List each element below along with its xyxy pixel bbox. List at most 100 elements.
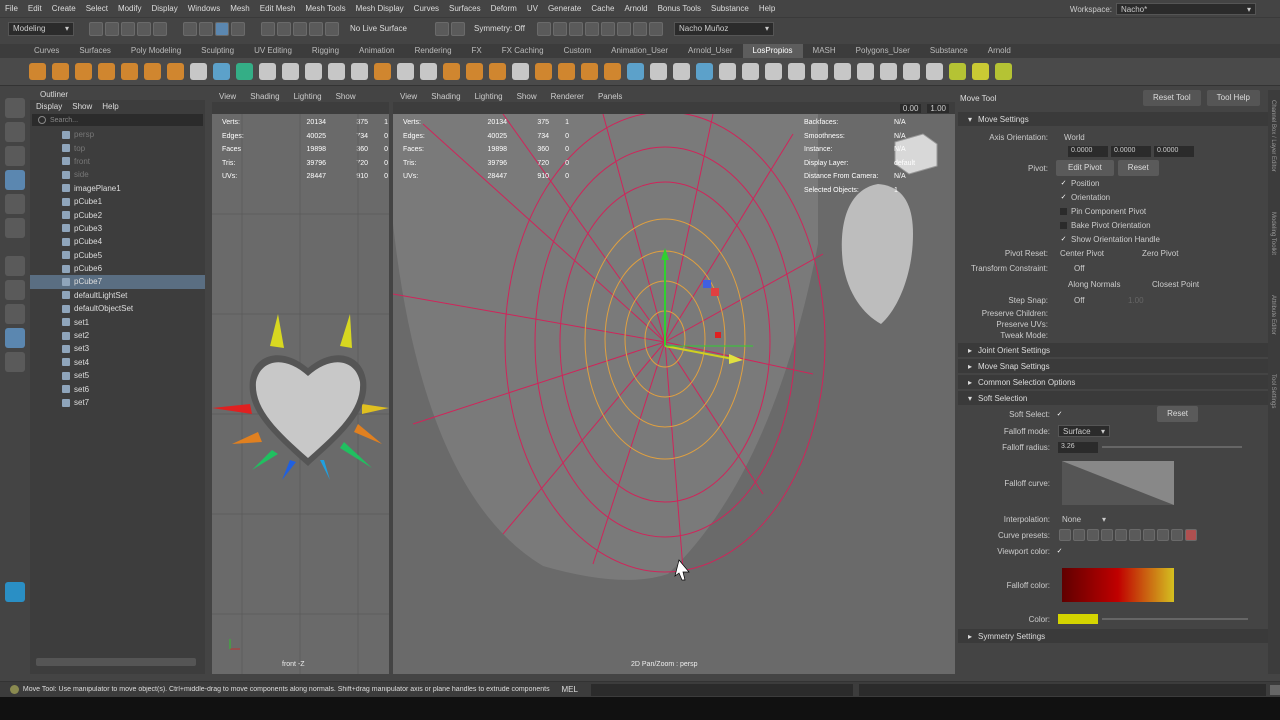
falloff-mode-dropdown[interactable]: Surface ▾ xyxy=(1058,425,1110,437)
single-layout-icon[interactable] xyxy=(5,256,25,276)
script-editor-icon[interactable] xyxy=(1270,684,1280,695)
shelf-tab-uv-editing[interactable]: UV Editing xyxy=(244,44,302,58)
snap-curve-icon[interactable] xyxy=(277,21,291,36)
play-icon[interactable] xyxy=(617,21,631,36)
menu-arnold[interactable]: Arnold xyxy=(619,4,652,13)
shelf-tool-2-icon[interactable] xyxy=(52,63,69,80)
soft-selection-header[interactable]: ▾ Soft Selection xyxy=(958,391,1268,405)
outliner-menu-display[interactable]: Display xyxy=(36,102,62,111)
move-tool-icon[interactable] xyxy=(5,170,25,190)
search-icon[interactable] xyxy=(5,352,25,372)
side-tab[interactable]: Modeling Toolkit xyxy=(1270,212,1276,255)
menu-set-dropdown[interactable]: Modeling ▾ xyxy=(8,21,74,36)
hypershade-icon[interactable] xyxy=(601,21,615,36)
shelf-tab-substance[interactable]: Substance xyxy=(920,44,978,58)
shelf-tab-surfaces[interactable]: Surfaces xyxy=(69,44,121,58)
render-view-icon[interactable] xyxy=(553,21,567,36)
render-settings-icon[interactable] xyxy=(537,21,551,36)
shelf-tool-37-icon[interactable] xyxy=(857,63,874,80)
outliner-item[interactable]: pCube4 xyxy=(30,235,205,248)
shelf-tool-43-icon[interactable] xyxy=(995,63,1012,80)
shelf-tab-animation[interactable]: Animation xyxy=(349,44,405,58)
menu-surfaces[interactable]: Surfaces xyxy=(444,4,486,13)
shelf-tab-rendering[interactable]: Rendering xyxy=(405,44,462,58)
outliner-item[interactable]: pCube6 xyxy=(30,262,205,275)
user-account-dropdown[interactable]: Nacho Muñoz ▾ xyxy=(674,21,774,36)
side-tab[interactable]: Channel Box / Layer Editor xyxy=(1270,100,1276,172)
shelf-tool-14-icon[interactable] xyxy=(328,63,345,80)
shelf-tab-sculpting[interactable]: Sculpting xyxy=(191,44,244,58)
panel-menu-show[interactable]: Show xyxy=(329,92,363,101)
closest-point-radio[interactable]: Closest Point xyxy=(1152,280,1199,289)
move-settings-header[interactable]: ▾ Move Settings xyxy=(958,112,1268,126)
near-clip-field[interactable]: 0.00 xyxy=(899,103,922,113)
outliner-item[interactable]: set6 xyxy=(30,382,205,395)
shelf-tab-custom[interactable]: Custom xyxy=(554,44,602,58)
mel-label[interactable]: MEL xyxy=(561,685,581,694)
render-current-icon[interactable] xyxy=(569,21,583,36)
scale-tool-icon[interactable] xyxy=(5,218,25,238)
shelf-tool-8-icon[interactable] xyxy=(190,63,207,80)
menu-uv[interactable]: UV xyxy=(522,4,543,13)
menu-edit[interactable]: Edit xyxy=(23,4,47,13)
preset-bell-icon[interactable] xyxy=(1115,529,1127,541)
mask-icon[interactable] xyxy=(231,21,245,36)
shelf-tool-40-icon[interactable] xyxy=(926,63,943,80)
pivot-option[interactable]: ✓ Orientation xyxy=(1060,190,1268,204)
tool-help-button[interactable]: Tool Help xyxy=(1206,90,1260,106)
shelf-tool-24-icon[interactable] xyxy=(558,63,575,80)
collapsed-section-header[interactable]: ▸ Joint Orient Settings xyxy=(958,343,1268,357)
axis-orientation-dropdown[interactable]: World xyxy=(1064,133,1085,142)
input-ops-icon[interactable] xyxy=(435,21,449,36)
axis-value-field-z[interactable]: 0.0000 xyxy=(1154,145,1194,157)
shelf-tool-4-icon[interactable] xyxy=(98,63,115,80)
menu-curves[interactable]: Curves xyxy=(409,4,444,13)
menu-mesh-tools[interactable]: Mesh Tools xyxy=(300,4,350,13)
checkbox[interactable]: ✓ xyxy=(1060,180,1067,187)
panel-menu-shading[interactable]: Shading xyxy=(243,92,286,101)
shelf-tool-26-icon[interactable] xyxy=(604,63,621,80)
shelf-tab-animation-user[interactable]: Animation_User xyxy=(601,44,678,58)
falloff-curve-graph[interactable] xyxy=(1062,461,1174,505)
menu-cache[interactable]: Cache xyxy=(586,4,619,13)
shelf-tool-17-icon[interactable] xyxy=(397,63,414,80)
zero-pivot-radio[interactable]: Zero Pivot xyxy=(1142,249,1178,258)
shelf-tool-29-icon[interactable] xyxy=(673,63,690,80)
shelf-tool-20-icon[interactable] xyxy=(466,63,483,80)
menu-select[interactable]: Select xyxy=(81,4,113,13)
symmetry-settings-header[interactable]: ▸ Symmetry Settings xyxy=(958,629,1268,643)
outliner-item[interactable]: side xyxy=(30,168,205,181)
paint-select-icon[interactable] xyxy=(5,146,25,166)
transform-constraint-dropdown[interactable]: Off xyxy=(1074,264,1085,273)
pivot-reset-button[interactable]: Reset xyxy=(1117,160,1159,176)
shelf-tool-31-icon[interactable] xyxy=(719,63,736,80)
shelf-tab-rigging[interactable]: Rigging xyxy=(302,44,349,58)
outliner-item[interactable]: pCube1 xyxy=(30,195,205,208)
checkbox[interactable]: ✓ xyxy=(1060,236,1067,243)
side-tab[interactable]: Tool Settings xyxy=(1270,374,1276,408)
menu-windows[interactable]: Windows xyxy=(183,4,225,13)
snap-view-plane-icon[interactable] xyxy=(309,21,323,36)
live-surface-label[interactable]: No Live Surface xyxy=(350,24,434,33)
soft-select-reset-button[interactable]: Reset xyxy=(1157,406,1198,422)
shelf-tab-arnold[interactable]: Arnold xyxy=(978,44,1021,58)
shelf-tool-34-icon[interactable] xyxy=(788,63,805,80)
select-hierarchy-icon[interactable] xyxy=(183,21,197,36)
select-object-icon[interactable] xyxy=(199,21,213,36)
symmetry-label[interactable]: Symmetry: Off xyxy=(474,24,536,33)
step-snap-value[interactable]: 1.00 xyxy=(1128,296,1144,305)
new-scene-icon[interactable] xyxy=(89,21,103,36)
shelf-tool-15-icon[interactable] xyxy=(351,63,368,80)
outliner-item[interactable]: set7 xyxy=(30,396,205,409)
menu-bonus-tools[interactable]: Bonus Tools xyxy=(653,4,706,13)
panel-menu-panels[interactable]: Panels xyxy=(591,92,629,101)
undo-icon[interactable] xyxy=(137,21,151,36)
pause-icon[interactable] xyxy=(633,21,647,36)
preset-ring-icon[interactable] xyxy=(1143,529,1155,541)
outliner-layout-icon[interactable] xyxy=(5,328,25,348)
menu-substance[interactable]: Substance xyxy=(706,4,754,13)
color-slider[interactable] xyxy=(1102,618,1248,620)
preset-steps-icon[interactable] xyxy=(1171,529,1183,541)
shelf-tool-38-icon[interactable] xyxy=(880,63,897,80)
far-clip-field[interactable]: 1.00 xyxy=(927,103,949,113)
